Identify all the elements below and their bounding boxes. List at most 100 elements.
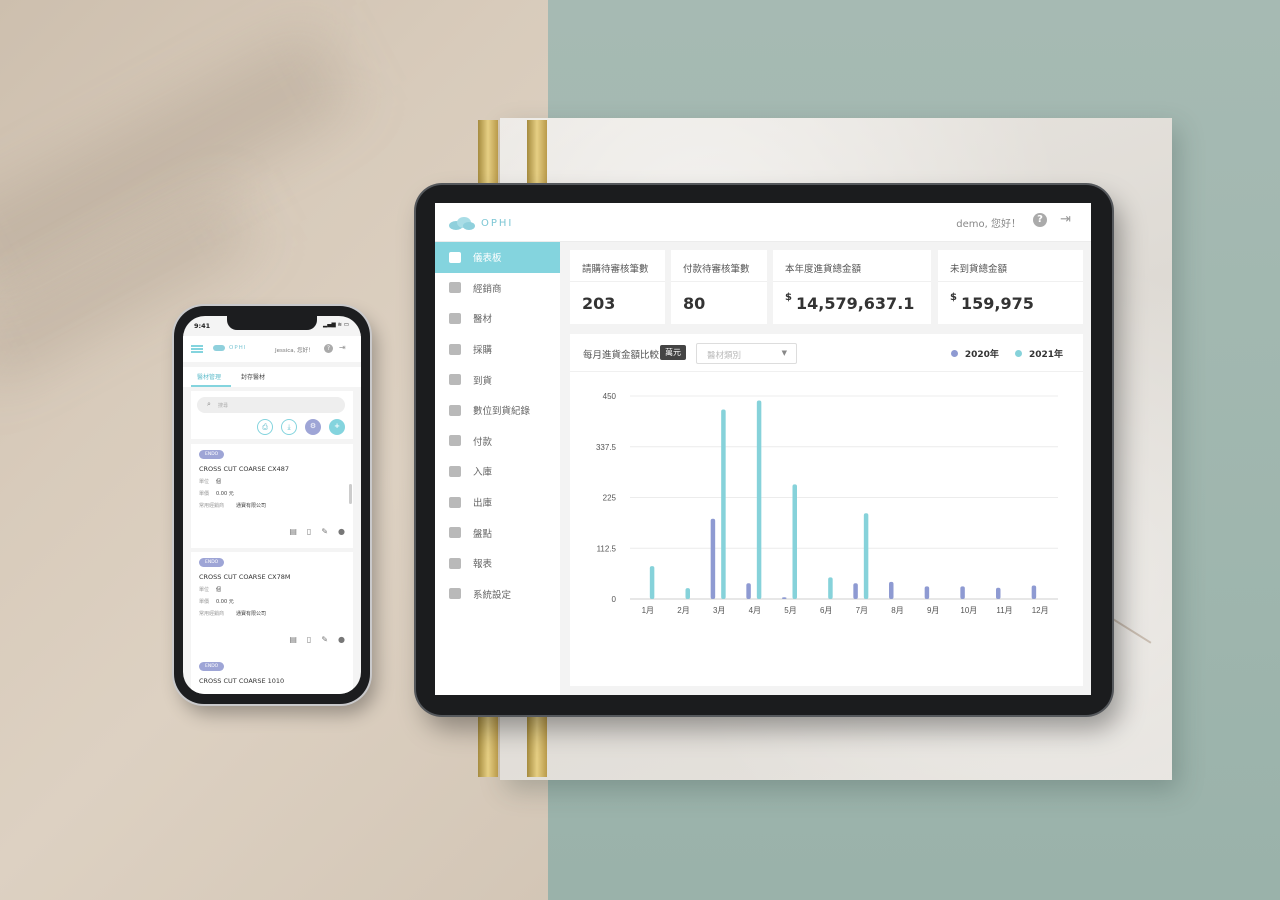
dashboard-main: 請購待審核筆數 203 付款待審核筆數 80 本年度進貨總金額 $14,579,… (560, 242, 1091, 695)
brand-logo[interactable]: OPHI (449, 214, 513, 232)
bar-chart: 0 112.5 225 337.5 450 1月 2月 3月 4月 5月 6月 7月 8月 9月 10月 11… (596, 392, 1058, 615)
category-badge: ENDO (199, 662, 225, 671)
cloud-logo-icon (449, 216, 475, 230)
archive-icon[interactable]: ▤ (289, 527, 297, 536)
item-price: 單價 0.00 元 (199, 491, 234, 497)
list-item[interactable]: ENDO CROSS CUT COARSE CX487 單位個 單價 0.00 元… (191, 444, 353, 548)
question-circle-icon[interactable]: ? (1033, 213, 1047, 227)
chart-card: 每月進貨金額比較 萬元 醫材類別 ▼ 2020年 2021年 0 112.5 2… (570, 334, 1083, 686)
sidebar-item[interactable]: 系統設定 (435, 579, 560, 610)
bar-2021年-7月[interactable] (863, 513, 869, 599)
archive-icon[interactable]: ▤ (289, 635, 297, 644)
document-icon[interactable]: ▯ (307, 527, 311, 536)
bar-2020年-5月[interactable] (782, 597, 787, 599)
sidebar-item[interactable]: 入庫 (435, 456, 560, 487)
legend-dot (1014, 350, 1022, 357)
sidebar-item[interactable]: 數位到貨紀錄 (435, 395, 560, 426)
tab-archived-supplies[interactable]: 封存醫材 (241, 372, 265, 381)
bar-2021年-1月[interactable] (649, 566, 655, 599)
bar-2021年-5月[interactable] (792, 484, 798, 599)
sidebar-item[interactable]: 盤點 (435, 517, 560, 548)
brand-name: OPHI (481, 217, 514, 229)
add-icon[interactable]: + (329, 419, 345, 435)
download-icon[interactable]: ⤓ (281, 419, 297, 435)
tab-medical-supplies[interactable]: 醫材管理 (197, 372, 221, 381)
edit-icon[interactable]: ✎ (321, 635, 328, 644)
sidebar-item[interactable]: 醫材 (435, 303, 560, 334)
question-circle-icon[interactable]: ? (324, 344, 333, 353)
dollar-icon (449, 435, 461, 447)
hamburger-menu-icon[interactable] (191, 345, 203, 353)
bar-2021年-2月[interactable] (685, 588, 691, 599)
report-icon (449, 557, 461, 569)
edit-icon[interactable]: ✎ (321, 527, 328, 536)
sidebar-item[interactable]: 儀表板 (435, 242, 560, 273)
user-icon (449, 282, 461, 294)
sidebar-item[interactable]: 報表 (435, 548, 560, 579)
category-select[interactable]: 醫材類別 ▼ (696, 343, 797, 364)
bar-2020年-3月[interactable] (710, 518, 716, 599)
sidebar-item-label: 醫材 (473, 314, 493, 326)
mobile-header: OPHI Jessica, 您好！ ? ⇥ (183, 336, 361, 362)
logout-icon[interactable]: ⇥ (1060, 212, 1071, 227)
cloud-logo-icon (213, 345, 225, 351)
bar-2020年-7月[interactable] (853, 583, 858, 599)
item-name: CROSS CUT COARSE 1010 (199, 677, 285, 685)
sidebar-item-label: 入庫 (473, 467, 493, 479)
stat-value: 203 (582, 294, 616, 313)
y-tick-label: 0 (612, 595, 617, 604)
bar-2020年-12月[interactable] (1031, 585, 1037, 599)
y-tick-label: 337.5 (596, 443, 617, 452)
info-icon[interactable]: ● (338, 527, 345, 536)
stat-label: 未到貨總金額 (950, 264, 1008, 275)
item-name: CROSS CUT COARSE CX78M (199, 573, 291, 581)
bar-2020年-10月[interactable] (960, 586, 965, 599)
bar-2021年-6月[interactable] (828, 577, 833, 599)
sidebar-item[interactable]: 到貨 (435, 364, 560, 395)
brand-logo[interactable]: OPHI (213, 345, 246, 351)
legend-item-2020[interactable]: 2020年 (950, 347, 999, 360)
stat-card-undelivered: 未到貨總金額 $159,975 (938, 250, 1083, 324)
bar-2020年-4月[interactable] (746, 583, 751, 599)
document-icon[interactable]: ▯ (307, 635, 311, 644)
gear-icon (449, 588, 461, 600)
bar-2020年-11月[interactable] (996, 587, 1001, 599)
delivery-icon (449, 374, 461, 386)
sidebar-item[interactable]: 經銷商 (435, 273, 560, 304)
sidebar-item-label: 經銷商 (473, 283, 502, 295)
brass-bar (527, 120, 547, 185)
x-tick-label: 12月 (1032, 606, 1049, 615)
stat-value: $14,579,637.1 (785, 292, 915, 313)
item-actions: ▤ ▯ ✎ ● (289, 527, 345, 536)
print-icon[interactable]: ⎙ (257, 419, 273, 435)
status-icons: ▂▄▆ ≋ ▭ (323, 322, 349, 328)
logout-icon[interactable]: ⇥ (339, 343, 346, 352)
x-tick-label: 7月 (856, 606, 868, 615)
item-name: CROSS CUT COARSE CX487 (199, 465, 290, 473)
scrollbar[interactable] (349, 484, 352, 504)
bar-2020年-9月[interactable] (924, 586, 930, 599)
bar-2021年-4月[interactable] (756, 400, 762, 599)
list-item[interactable]: ENDO CROSS CUT COARSE 1010 (191, 656, 353, 694)
sidebar-item[interactable]: 付款 (435, 426, 560, 457)
legend-item-2021[interactable]: 2021年 (1014, 347, 1063, 360)
x-tick-label: 11月 (996, 606, 1012, 615)
bar-2021年-3月[interactable] (721, 409, 726, 599)
x-tick-label: 4月 (749, 606, 761, 615)
settings-icon[interactable]: ⚙ (305, 419, 321, 435)
search-input[interactable]: ⌕ 搜尋 (197, 397, 345, 413)
sidebar-item[interactable]: 出庫 (435, 487, 560, 518)
bar-2020年-8月[interactable] (889, 581, 894, 599)
chart-legend: 2020年 2021年 (935, 347, 1063, 360)
sidebar-item[interactable]: 採購 (435, 334, 560, 365)
y-tick-label: 112.5 (597, 544, 617, 553)
info-icon[interactable]: ● (338, 635, 345, 644)
select-placeholder: 醫材類別 (707, 351, 742, 361)
search-icon: ⌕ (207, 400, 211, 408)
item-dealer: 常用經銷商 通寶有限公司 (199, 611, 267, 617)
sidebar: 儀表板經銷商醫材採購到貨 數位到貨紀錄 付款入庫出庫 盤點 報表 系統設定 (435, 242, 560, 695)
sidebar-item-label: 儀表板 (473, 253, 502, 265)
list-item[interactable]: ENDO CROSS CUT COARSE CX78M 單位個 單價 0.00 元… (191, 552, 353, 656)
sidebar-item-label: 採購 (473, 345, 493, 357)
item-dealer: 常用經銷商 通寶有限公司 (199, 503, 267, 509)
